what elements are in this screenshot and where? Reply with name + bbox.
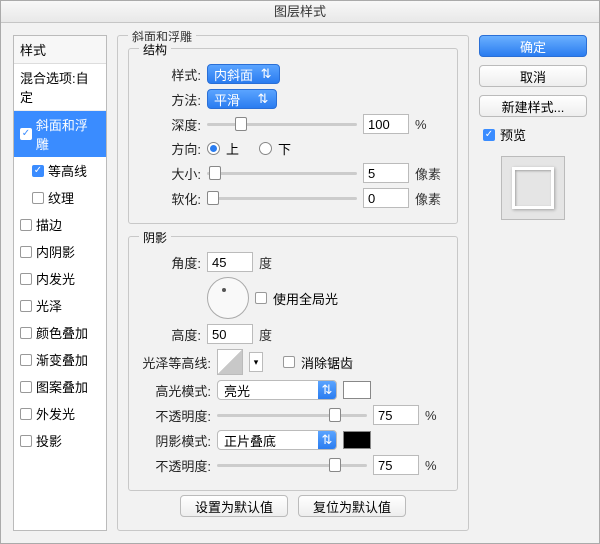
soften-label: 软化: [139, 189, 201, 208]
global-light-checkbox[interactable] [255, 292, 267, 304]
angle-wheel[interactable] [207, 277, 249, 319]
angle-input[interactable]: 45 [207, 252, 253, 272]
global-light-label: 使用全局光 [273, 289, 338, 308]
depth-slider[interactable] [207, 115, 357, 133]
direction-down-label: 下 [278, 139, 291, 158]
style-item-label: 描边 [36, 215, 62, 234]
shadow-mode-select[interactable]: 正片叠底⇅ [217, 430, 337, 450]
method-select[interactable]: 平滑⇅ [207, 89, 277, 109]
window-title: 图层样式 [1, 1, 599, 23]
style-item-label: 纹理 [48, 188, 74, 207]
style-item-checkbox[interactable] [20, 300, 32, 312]
shadow-opacity-input[interactable]: 75 [373, 455, 419, 475]
cancel-button[interactable]: 取消 [479, 65, 587, 87]
style-label: 样式: [139, 65, 201, 84]
antialias-checkbox[interactable] [283, 356, 295, 368]
direction-up-label: 上 [226, 139, 239, 158]
shading-legend: 阴影 [139, 229, 171, 246]
style-item-label: 外发光 [36, 404, 75, 423]
shadow-mode-label: 阴影模式: [139, 431, 211, 450]
size-slider[interactable] [207, 164, 357, 182]
style-item-1[interactable]: ✓ 等高线 [14, 157, 106, 184]
gloss-contour-picker[interactable] [217, 349, 243, 375]
style-item-2[interactable]: 纹理 [14, 184, 106, 211]
style-item-checkbox[interactable]: ✓ [32, 165, 44, 177]
highlight-opacity-input[interactable]: 75 [373, 405, 419, 425]
antialias-label: 消除锯齿 [301, 353, 353, 372]
style-item-label: 等高线 [48, 161, 87, 180]
percent-unit: % [415, 117, 427, 132]
depth-label: 深度: [139, 115, 201, 134]
style-item-label: 内阴影 [36, 242, 75, 261]
method-label: 方法: [139, 90, 201, 109]
style-list: 样式 混合选项:自定 ✓ 斜面和浮雕 ✓ 等高线纹理描边内阴影内发光光泽颜色叠加渐变叠… [13, 35, 107, 531]
direction-down-radio[interactable] [259, 142, 272, 155]
style-item-6[interactable]: 光泽 [14, 292, 106, 319]
style-item-checkbox[interactable] [20, 327, 32, 339]
style-item-7[interactable]: 颜色叠加 [14, 319, 106, 346]
preview-checkbox[interactable]: ✓ [483, 129, 495, 141]
highlight-opacity-label: 不透明度: [139, 406, 211, 425]
style-item-label: 内发光 [36, 269, 75, 288]
altitude-label: 高度: [139, 325, 201, 344]
chevron-updown-icon: ⇅ [259, 66, 273, 82]
angle-label: 角度: [139, 253, 201, 272]
direction-label: 方向: [139, 139, 201, 158]
style-item-checkbox[interactable]: ✓ [20, 128, 32, 140]
style-item-checkbox[interactable] [20, 219, 32, 231]
structure-legend: 结构 [139, 41, 171, 58]
style-item-3[interactable]: 描边 [14, 211, 106, 238]
chevron-updown-icon: ⇅ [256, 91, 270, 107]
style-list-header: 样式 [14, 36, 106, 64]
px-unit: 像素 [415, 189, 441, 208]
blending-options[interactable]: 混合选项:自定 [14, 64, 106, 111]
highlight-mode-label: 高光模式: [139, 381, 211, 400]
chevron-updown-icon: ⇅ [318, 431, 336, 449]
style-item-checkbox[interactable] [20, 354, 32, 366]
new-style-button[interactable]: 新建样式... [479, 95, 587, 117]
style-item-9[interactable]: 图案叠加 [14, 373, 106, 400]
soften-input[interactable]: 0 [363, 188, 409, 208]
direction-up-radio[interactable] [207, 142, 220, 155]
highlight-mode-select[interactable]: 亮光⇅ [217, 380, 337, 400]
altitude-input[interactable]: 50 [207, 324, 253, 344]
style-item-5[interactable]: 内发光 [14, 265, 106, 292]
preview-label: 预览 [500, 125, 526, 144]
px-unit: 像素 [415, 164, 441, 183]
make-default-button[interactable]: 设置为默认值 [180, 495, 288, 517]
style-item-checkbox[interactable] [20, 246, 32, 258]
style-item-10[interactable]: 外发光 [14, 400, 106, 427]
shadow-color-swatch[interactable] [343, 431, 371, 449]
preview-thumbnail [501, 156, 565, 220]
style-item-checkbox[interactable] [20, 408, 32, 420]
style-item-label: 投影 [36, 431, 62, 450]
shadow-opacity-label: 不透明度: [139, 456, 211, 475]
reset-default-button[interactable]: 复位为默认值 [298, 495, 406, 517]
style-item-label: 渐变叠加 [36, 350, 88, 369]
style-item-label: 图案叠加 [36, 377, 88, 396]
style-select[interactable]: 内斜面⇅ [207, 64, 280, 84]
shadow-opacity-slider[interactable] [217, 456, 367, 474]
style-item-0[interactable]: ✓ 斜面和浮雕 [14, 111, 106, 157]
style-item-11[interactable]: 投影 [14, 427, 106, 454]
depth-input[interactable]: 100 [363, 114, 409, 134]
style-item-checkbox[interactable] [20, 435, 32, 447]
size-input[interactable]: 5 [363, 163, 409, 183]
style-item-label: 光泽 [36, 296, 62, 315]
soften-slider[interactable] [207, 189, 357, 207]
highlight-opacity-slider[interactable] [217, 406, 367, 424]
highlight-color-swatch[interactable] [343, 381, 371, 399]
style-item-4[interactable]: 内阴影 [14, 238, 106, 265]
style-item-checkbox[interactable] [32, 192, 44, 204]
style-item-label: 斜面和浮雕 [36, 115, 100, 153]
style-item-8[interactable]: 渐变叠加 [14, 346, 106, 373]
gloss-contour-label: 光泽等高线: [139, 353, 211, 372]
chevron-updown-icon: ⇅ [318, 381, 336, 399]
size-label: 大小: [139, 164, 201, 183]
style-item-checkbox[interactable] [20, 273, 32, 285]
ok-button[interactable]: 确定 [479, 35, 587, 57]
style-item-label: 颜色叠加 [36, 323, 88, 342]
gloss-contour-dropdown[interactable]: ▾ [249, 352, 263, 372]
style-item-checkbox[interactable] [20, 381, 32, 393]
